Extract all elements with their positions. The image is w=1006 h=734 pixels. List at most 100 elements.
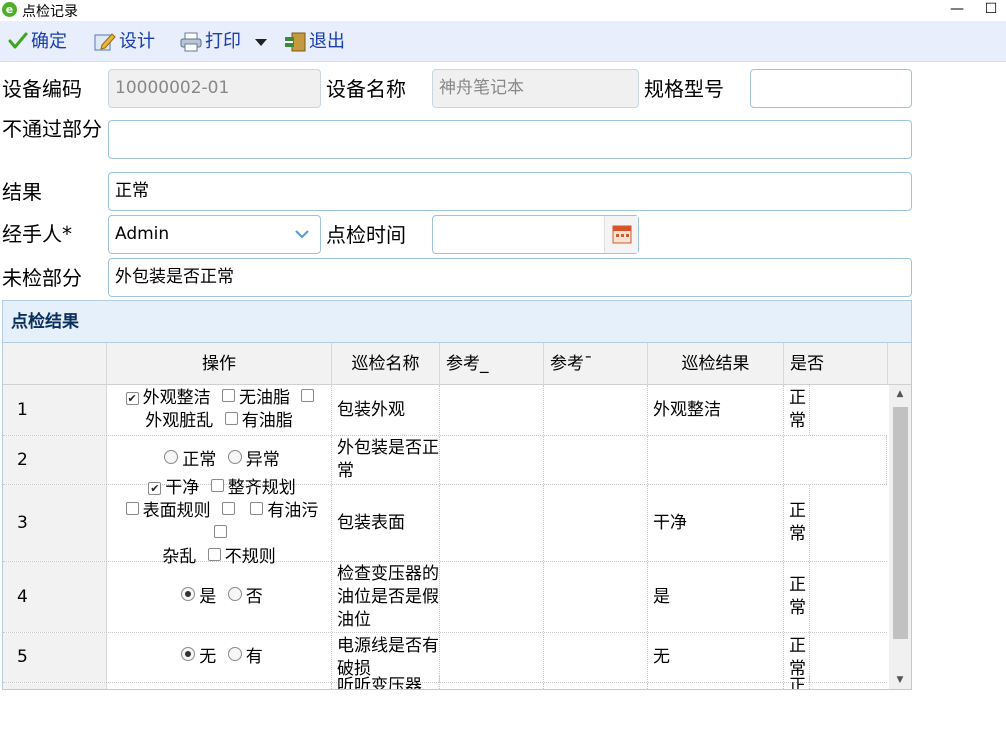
option-label: 否 bbox=[245, 586, 263, 607]
column-header-ref2[interactable]: 参考ˉ bbox=[544, 343, 648, 385]
table-row[interactable]: 听听变压器 正 bbox=[3, 675, 887, 689]
option-label: 表面规则 bbox=[142, 501, 211, 521]
device-code-label: 设备编码 bbox=[2, 77, 82, 101]
checkbox[interactable] bbox=[222, 389, 235, 402]
exit-label: 退出 bbox=[309, 31, 345, 52]
handler-select[interactable]: Admin bbox=[108, 215, 321, 254]
ref1-cell bbox=[440, 485, 544, 561]
inspect-name-cell: 包装外观 bbox=[332, 385, 440, 435]
scroll-up-arrow-icon[interactable]: ▲ bbox=[889, 385, 911, 403]
option-label: 有 bbox=[245, 647, 263, 667]
design-label: 设计 bbox=[119, 31, 155, 52]
column-header-rownum bbox=[3, 343, 107, 385]
row-number: 5 bbox=[3, 633, 107, 682]
ref2-cell bbox=[544, 385, 648, 435]
checkbox[interactable] bbox=[224, 412, 238, 425]
operation-cell: ✔ 干净 整齐规划 表面规则 有油污 杂乱 不规则 bbox=[107, 478, 332, 567]
print-label: 打印 bbox=[205, 31, 241, 52]
result-cell: 干净 bbox=[648, 485, 784, 561]
device-code-field[interactable]: 10000002-01 bbox=[108, 69, 321, 108]
table-row[interactable]: 1 ✔ 外观整洁 无油脂 外观脏乱 有油脂 包装外观 外观整洁 正常 bbox=[3, 385, 887, 436]
option-label: 外观整洁 bbox=[142, 388, 211, 408]
failed-part-label: 不通过部分 bbox=[2, 117, 102, 141]
confirm-button[interactable]: 确定 bbox=[8, 30, 67, 54]
device-name-label: 设备名称 bbox=[326, 77, 406, 101]
column-header-ref1[interactable]: 参考_ bbox=[440, 343, 544, 385]
table-row[interactable]: 4 是 否 检查变压器的油位是否是假油位 是 正常 bbox=[3, 562, 887, 633]
column-header-yesno[interactable]: 是否 bbox=[784, 343, 888, 385]
checkbox[interactable]: ✔ bbox=[125, 392, 139, 405]
vertical-scrollbar[interactable]: ▲ ▼ bbox=[889, 385, 911, 689]
failed-part-field[interactable] bbox=[108, 120, 912, 159]
printer-icon bbox=[180, 32, 202, 59]
ref2-cell bbox=[544, 683, 648, 689]
yesno-cell: 正常 bbox=[784, 485, 810, 561]
ref2-cell bbox=[544, 436, 648, 484]
ref1-cell bbox=[440, 683, 544, 689]
checkbox[interactable]: ✔ bbox=[148, 482, 162, 495]
minimize-button[interactable]: — bbox=[946, 0, 968, 20]
option-label: 正常 bbox=[182, 449, 217, 470]
ref1-cell bbox=[440, 436, 544, 484]
radio-button[interactable] bbox=[181, 647, 196, 661]
calendar-icon[interactable] bbox=[604, 216, 638, 253]
grid-body: 1 ✔ 外观整洁 无油脂 外观脏乱 有油脂 包装外观 外观整洁 正常 2 正常 … bbox=[3, 385, 887, 689]
table-row[interactable]: 3 ✔ 干净 整齐规划 表面规则 有油污 杂乱 不规则 包装表面 干净 正常 bbox=[3, 478, 887, 567]
scroll-down-arrow-icon[interactable]: ▼ bbox=[889, 671, 911, 689]
scrollbar-thumb[interactable] bbox=[893, 407, 908, 639]
checkbox[interactable] bbox=[207, 548, 221, 561]
maximize-button[interactable]: ☐ bbox=[980, 0, 1002, 20]
radio-button[interactable] bbox=[181, 586, 196, 601]
window-title: 点检记录 bbox=[22, 4, 78, 20]
radio-button[interactable] bbox=[227, 586, 242, 601]
toolbar: 确定 设计 打印 退出 bbox=[0, 21, 1006, 62]
print-button[interactable]: 打印 bbox=[180, 30, 267, 54]
inspect-name-cell: 外包装是否正常 bbox=[332, 436, 440, 484]
design-button[interactable]: 设计 bbox=[94, 30, 155, 54]
checkbox[interactable] bbox=[222, 502, 235, 515]
app-icon: e bbox=[2, 2, 17, 17]
radio-button[interactable] bbox=[227, 647, 242, 661]
inspect-time-label: 点检时间 bbox=[326, 223, 406, 247]
operation-cell: 是 否 bbox=[107, 562, 332, 632]
row-number bbox=[3, 683, 107, 689]
radio-button[interactable] bbox=[164, 449, 179, 464]
exit-button[interactable]: 退出 bbox=[284, 30, 345, 54]
option-label: 干净 bbox=[165, 478, 200, 498]
yesno-cell bbox=[784, 436, 887, 484]
panel-title: 点检结果 bbox=[3, 301, 911, 343]
option-label: 是 bbox=[199, 586, 217, 607]
checkbox[interactable] bbox=[250, 502, 264, 515]
table-row[interactable]: 5 无 有 电源线是否有破损 无 正常 bbox=[3, 633, 887, 683]
column-header-result[interactable]: 巡检结果 bbox=[648, 343, 784, 385]
ref2-cell bbox=[544, 562, 648, 632]
result-label: 结果 bbox=[2, 180, 42, 204]
chevron-down-icon[interactable] bbox=[284, 216, 320, 253]
inspect-time-field[interactable] bbox=[432, 215, 639, 254]
spec-field[interactable] bbox=[750, 69, 912, 108]
checkbox[interactable] bbox=[125, 502, 139, 515]
unchecked-part-label: 未检部分 bbox=[2, 266, 82, 290]
row-number: 4 bbox=[3, 562, 107, 632]
row-number: 2 bbox=[3, 436, 107, 484]
checkbox[interactable] bbox=[301, 389, 315, 402]
title-bar: e 点检记录 — ☐ bbox=[0, 0, 1006, 20]
result-field[interactable]: 正常 bbox=[108, 172, 912, 211]
handler-value: Admin bbox=[115, 224, 170, 244]
device-name-field[interactable]: 神舟笔记本 bbox=[432, 69, 639, 108]
ref2-cell bbox=[544, 485, 648, 561]
inspection-results-panel: 点检结果 操作 巡检名称 参考_ 参考ˉ 巡检结果 是否 1 ✔ 外观整洁 无油脂… bbox=[2, 300, 912, 690]
yesno-cell: 正常 bbox=[784, 562, 810, 632]
chevron-down-icon[interactable] bbox=[254, 39, 267, 46]
checkbox[interactable] bbox=[210, 479, 224, 492]
grid-header: 操作 巡检名称 参考_ 参考ˉ 巡检结果 是否 bbox=[3, 343, 911, 385]
column-header-name[interactable]: 巡检名称 bbox=[332, 343, 440, 385]
unchecked-part-field[interactable]: 外包装是否正常 bbox=[108, 258, 912, 297]
radio-button[interactable] bbox=[227, 449, 242, 464]
check-icon bbox=[8, 32, 28, 57]
column-header-operation[interactable]: 操作 bbox=[107, 343, 332, 385]
operation-cell: 无 有 bbox=[107, 633, 332, 682]
row-number: 1 bbox=[3, 385, 107, 435]
checkbox[interactable] bbox=[213, 525, 227, 538]
option-label: 无油脂 bbox=[239, 388, 290, 408]
